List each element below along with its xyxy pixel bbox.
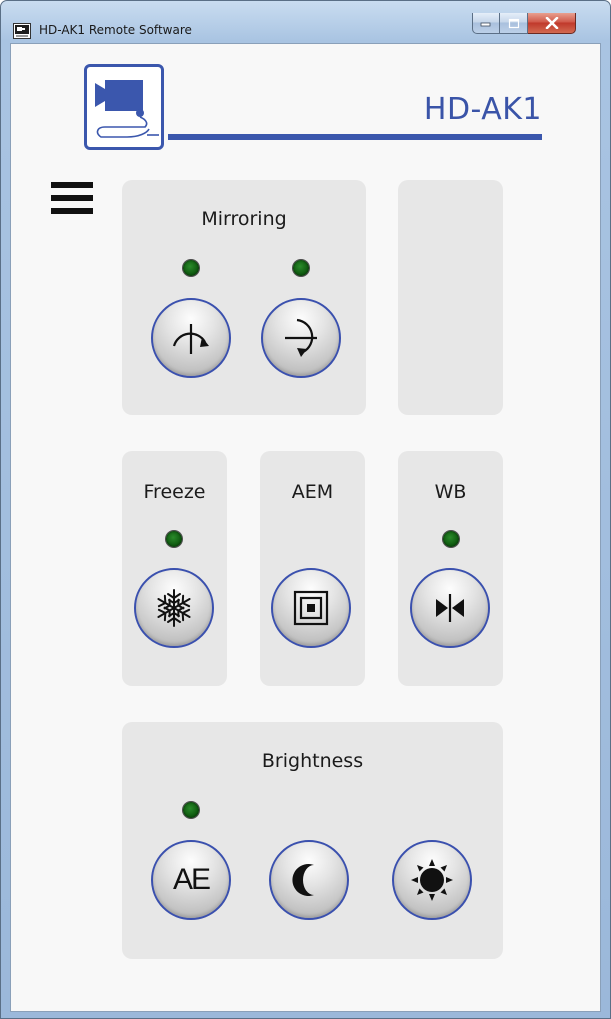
brightness-title: Brightness [261,750,364,772]
close-button[interactable] [528,13,576,34]
ae-indicator [183,802,199,818]
app-window: HD-AK1 Remote Software HD-AK1 Mirroring … [0,0,611,1019]
freeze-indicator [166,531,182,547]
ae-button[interactable]: AE [151,840,231,920]
app-icon [13,23,31,39]
empty-panel [398,180,503,415]
close-icon [545,17,558,29]
ae-button-label: AE [172,863,211,896]
camera-logo-icon [84,64,164,150]
mirroring-panel: Mirroring [122,180,366,415]
snowflake-icon [154,589,194,627]
header-divider [168,134,542,140]
mirror-vertical-button[interactable] [261,298,341,378]
aem-button[interactable] [271,568,351,648]
mirror-horizontal-indicator [183,260,199,276]
minimize-icon [480,22,491,27]
white-balance-icon [436,594,464,622]
freeze-panel: Freeze [122,451,227,686]
app-client-area: HD-AK1 Mirroring Freeze AEM WB Brightnes… [10,43,601,1012]
minimize-button[interactable] [472,13,500,34]
wb-panel: WB [398,451,503,686]
bright-button[interactable] [392,840,472,920]
mirror-vertical-indicator [293,260,309,276]
aem-panel: AEM [260,451,365,686]
dark-button[interactable] [269,840,349,920]
mirror-horizontal-button[interactable] [151,298,231,378]
freeze-title: Freeze [143,481,206,503]
wb-button[interactable] [410,568,490,648]
flip-vertical-icon [285,318,317,357]
freeze-button[interactable] [134,568,214,648]
flip-horizontal-icon [172,324,209,354]
hamburger-menu-icon[interactable] [51,182,93,218]
moon-icon [292,864,314,896]
aem-metering-icon [293,590,329,626]
title-bar[interactable]: HD-AK1 Remote Software [1,1,610,43]
wb-indicator [443,531,459,547]
maximize-button[interactable] [500,13,528,34]
window-title: HD-AK1 Remote Software [39,23,192,37]
maximize-icon [508,18,519,28]
brightness-panel: Brightness AE [122,722,503,959]
wb-title: WB [434,481,467,503]
product-name: HD-AK1 [423,92,542,127]
aem-title: AEM [291,481,334,503]
sun-icon [411,859,453,901]
mirroring-title: Mirroring [201,208,287,230]
